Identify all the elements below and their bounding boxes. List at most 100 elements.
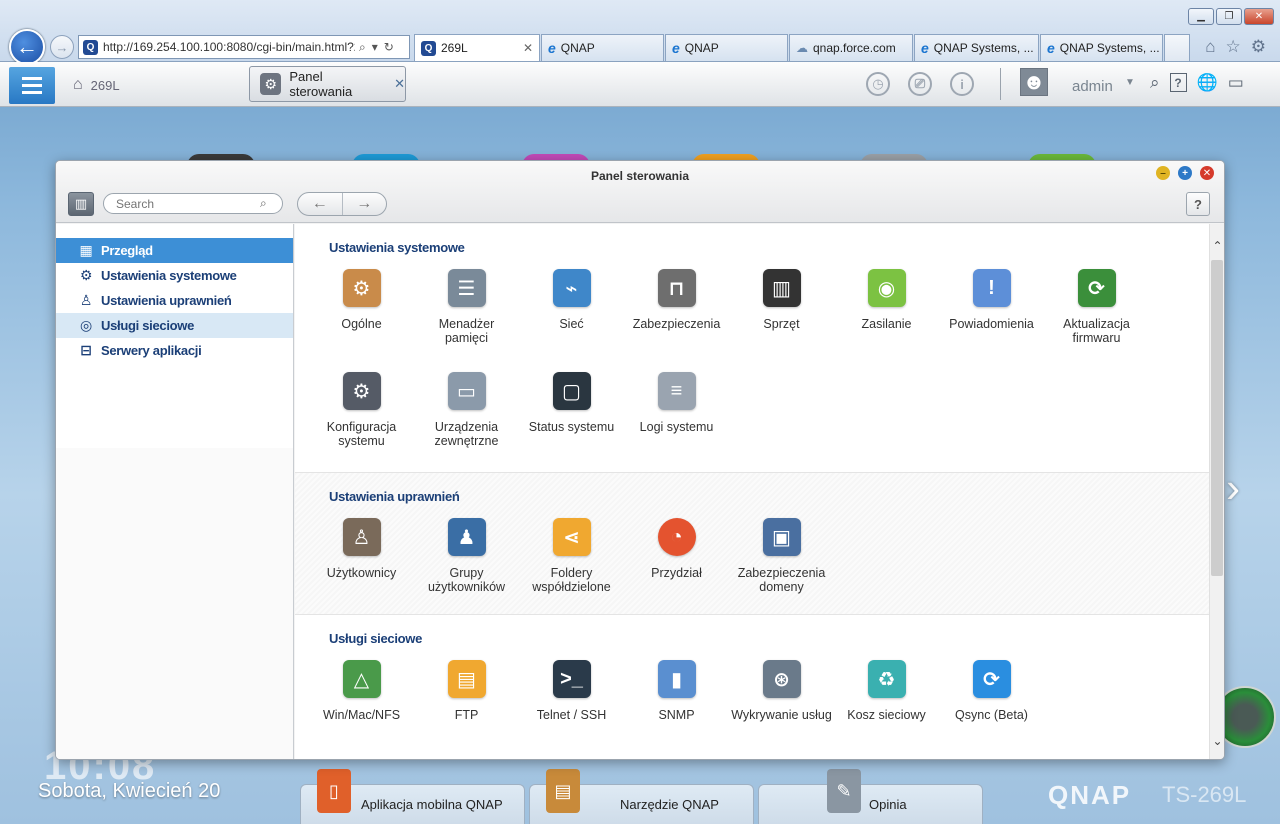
app-power[interactable]: ◉ Zasilanie xyxy=(834,269,939,372)
search-icon[interactable]: ⌕ xyxy=(1150,73,1160,93)
window-close-button[interactable]: ✕ xyxy=(1200,166,1214,180)
app-user-groups[interactable]: ♟ Grupy użytkowników xyxy=(414,518,519,621)
terminal-icon: >_ xyxy=(552,660,591,698)
close-task-icon[interactable]: ✕ xyxy=(394,76,405,92)
app-shared-folders[interactable]: ⋖ Foldery współdzielone xyxy=(519,518,624,621)
info-icon[interactable]: i xyxy=(950,72,974,96)
app-firmware-update[interactable]: ⟳ Aktualizacja firmwaru xyxy=(1044,269,1149,372)
search-icon[interactable]: ⌕ xyxy=(359,40,366,55)
dock-item-mobile-app[interactable]: ▯ Aplikacja mobilna QNAP xyxy=(300,769,525,824)
sidebar-toggle-button[interactable]: ▥ xyxy=(68,192,94,216)
dock-item-feedback[interactable]: ✎ Opinia xyxy=(758,769,983,824)
app-qsync[interactable]: ⟳ Qsync (Beta) xyxy=(939,660,1044,759)
restore-button[interactable]: ❐ xyxy=(1216,8,1242,25)
window-maximize-button[interactable]: + xyxy=(1178,166,1192,180)
quota-pie-icon: ◔ xyxy=(657,518,696,556)
address-bar[interactable]: Q http://169.254.100.100:8080/cgi-bin/ma… xyxy=(78,35,410,59)
help-icon[interactable]: ? xyxy=(1169,73,1187,92)
section-title: Usługi sieciowe xyxy=(329,631,423,646)
app-system-logs[interactable]: ≡ Logi systemu xyxy=(624,372,729,475)
app-snmp[interactable]: ▮ SNMP xyxy=(624,660,729,759)
browser-tab[interactable]: e QNAP xyxy=(541,34,664,61)
help-button[interactable]: ? xyxy=(1186,192,1210,216)
window-titlebar[interactable]: Panel sterowania – + ✕ ▥ ⌕ ← → ? xyxy=(56,161,1224,223)
back-button[interactable]: ← xyxy=(9,29,45,65)
app-network[interactable]: ⌁ Sieć xyxy=(519,269,624,372)
background-tasks-clock-icon[interactable]: ◷ xyxy=(866,72,890,96)
app-general[interactable]: ⚙ Ogólne xyxy=(309,269,414,372)
app-quota[interactable]: ◔ Przydział xyxy=(624,518,729,621)
app-ftp[interactable]: ▤ FTP xyxy=(414,660,519,759)
dropdown-arrow-icon[interactable]: ▾ xyxy=(372,40,378,55)
sidebar-item-privilege-settings[interactable]: ♙ Ustawienia uprawnień xyxy=(56,288,293,313)
scroll-down-arrow-icon[interactable]: ⌄ xyxy=(1210,733,1224,749)
browser-tab[interactable]: e QNAP xyxy=(665,34,788,61)
scroll-thumb[interactable] xyxy=(1211,260,1223,576)
open-task-control-panel[interactable]: ⚙ Panel sterowania ✕ xyxy=(249,66,406,102)
minimize-button[interactable]: ▁ xyxy=(1188,8,1214,25)
app-notifications[interactable]: ! Powiadomienia xyxy=(939,269,1044,372)
sidebar-item-overview[interactable]: ▦ Przegląd xyxy=(56,238,293,263)
section-network-services: Usługi sieciowe △ Win/Mac/NFS ▤ FTP >_ Teln… xyxy=(295,615,1210,759)
search-input[interactable] xyxy=(103,193,283,214)
window-controls: ▁ ❐ ✕ xyxy=(1188,8,1274,25)
os-triangle-icon: △ xyxy=(342,660,381,698)
qnap-logo: QNAP xyxy=(1048,780,1132,810)
sidebar-item-system-settings[interactable]: ⚙ Ustawienia systemowe xyxy=(56,263,293,288)
browser-tab[interactable]: e QNAP Systems, ... xyxy=(914,34,1039,61)
app-system-configuration[interactable]: ⚙ Konfiguracja systemu xyxy=(309,372,414,475)
back-arrow-button[interactable]: ← xyxy=(298,193,343,215)
user-icon: ♙ xyxy=(79,292,93,308)
chevron-down-icon[interactable]: ▼ xyxy=(1125,77,1135,88)
app-system-status[interactable]: ▢ Status systemu xyxy=(519,372,624,475)
ftp-folder-icon: ▤ xyxy=(447,660,486,698)
dock-item-qnap-utility[interactable]: ▤ Narzędzie QNAP xyxy=(529,769,754,824)
globe-icon: ◎ xyxy=(80,317,92,333)
app-hardware[interactable]: ▥ Sprzęt xyxy=(729,269,834,372)
network-icon: ⌁ xyxy=(552,269,591,307)
divider xyxy=(1000,68,1001,100)
app-security[interactable]: ⊓ Zabezpieczenia xyxy=(624,269,729,372)
new-tab-button[interactable] xyxy=(1164,34,1190,61)
avatar[interactable]: ☻ xyxy=(1020,68,1048,96)
sidebar-item-application-servers[interactable]: ⊟ Serwery aplikacji xyxy=(56,338,293,363)
log-file-icon: ≡ xyxy=(657,372,696,410)
language-globe-icon[interactable]: 🌐 xyxy=(1197,73,1218,93)
clipboard-gear-icon: ⚙ xyxy=(342,269,381,307)
browser-tab[interactable]: Q 269L ✕ xyxy=(414,34,540,61)
window-minimize-button[interactable]: – xyxy=(1156,166,1170,180)
settings-gear-icon[interactable]: ⚙ xyxy=(1251,37,1266,57)
app-network-recycle-bin[interactable]: ♻ Kosz sieciowy xyxy=(834,660,939,759)
browser-tab[interactable]: ☁ qnap.force.com xyxy=(789,34,913,61)
app-win-mac-nfs[interactable]: △ Win/Mac/NFS xyxy=(309,660,414,759)
url-text[interactable]: http://169.254.100.100:8080/cgi-bin/main… xyxy=(103,40,355,54)
external-device-icon[interactable]: ⎚ xyxy=(908,72,932,96)
scroll-up-arrow-icon[interactable]: ⌃ xyxy=(1210,238,1224,254)
sidebar-item-network-services[interactable]: ◎ Usługi sieciowe xyxy=(56,313,293,338)
close-window-button[interactable]: ✕ xyxy=(1244,8,1274,25)
home-icon[interactable]: ⌂ xyxy=(1205,37,1215,57)
ie-icon: e xyxy=(672,40,680,56)
forward-arrow-button[interactable]: → xyxy=(343,193,387,215)
next-page-arrow-icon[interactable]: › xyxy=(1226,464,1240,512)
bar-chart-icon: ▮ xyxy=(657,660,696,698)
favorites-star-icon[interactable]: ☆ xyxy=(1226,37,1241,57)
app-service-discovery[interactable]: ⊛ Wykrywanie usług xyxy=(729,660,834,759)
refresh-icon[interactable]: ↻ xyxy=(384,40,394,55)
content-scrollbar[interactable]: ⌃ ⌄ xyxy=(1209,224,1224,759)
section-system-settings: Ustawienia systemowe ⚙ Ogólne ☰ Menadżer p… xyxy=(295,224,1210,473)
close-tab-icon[interactable]: ✕ xyxy=(517,41,533,55)
main-menu-button[interactable] xyxy=(9,67,55,104)
cloud-icon: ☁ xyxy=(796,41,808,55)
search-icon[interactable]: ⌕ xyxy=(260,196,267,211)
app-users[interactable]: ♙ Użytkownicy xyxy=(309,518,414,621)
app-domain-security[interactable]: ▣ Zabezpieczenia domeny xyxy=(729,518,834,621)
app-telnet-ssh[interactable]: >_ Telnet / SSH xyxy=(519,660,624,759)
dashboard-monitor-icon[interactable]: ▭ xyxy=(1228,73,1244,93)
user-name[interactable]: admin xyxy=(1072,78,1113,95)
app-external-devices[interactable]: ▭ Urządzenia zewnętrzne xyxy=(414,372,519,475)
home-breadcrumb[interactable]: ⌂ 269L xyxy=(73,76,120,94)
forward-button[interactable]: → xyxy=(50,35,74,59)
app-storage-manager[interactable]: ☰ Menadżer pamięci xyxy=(414,269,519,372)
browser-tab[interactable]: e QNAP Systems, ... xyxy=(1040,34,1163,61)
